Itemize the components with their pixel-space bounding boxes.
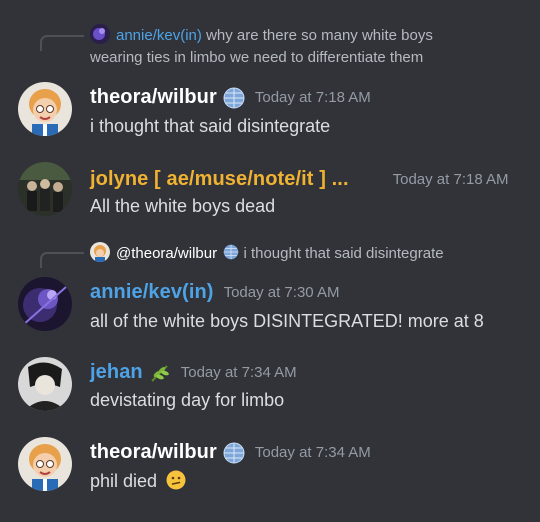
herb-icon [149, 362, 171, 384]
reply-avatar [90, 24, 110, 44]
timestamp[interactable]: Today at 7:30 AM [224, 284, 340, 301]
author-name[interactable]: theora/wilbur [90, 86, 217, 109]
reply-author[interactable]: annie/kev(in) [116, 27, 202, 44]
reply-spine [40, 252, 84, 268]
message-content: all of the white boys DISINTEGRATED! mor… [90, 311, 484, 331]
avatar-annie[interactable] [18, 277, 72, 331]
reply-preview[interactable]: @theora/wilbur i thought that said disin… [90, 242, 444, 265]
message-header: jehan Today at 7:34 AM [90, 361, 297, 384]
disco-ball-icon [223, 87, 245, 109]
reply-spine [40, 35, 84, 51]
reply-author[interactable]: @theora/wilbur [116, 245, 217, 262]
author-name[interactable]: theora/wilbur [90, 441, 217, 464]
timestamp[interactable]: Today at 7:18 AM [393, 171, 509, 188]
author-name[interactable]: jehan [90, 361, 143, 384]
reply-text: i thought that said disintegrate [243, 245, 444, 262]
message-content: phil died [90, 470, 186, 492]
avatar-jehan[interactable] [18, 357, 72, 411]
author-name[interactable]: annie/kev(in) [90, 281, 214, 304]
avatar-theora[interactable] [18, 82, 72, 136]
reply-text-line1: why are there so many white boys [206, 27, 433, 44]
author-name[interactable]: jolyne [ ae/muse/note/it ] ... [90, 168, 349, 191]
reply-preview[interactable]: annie/kev(in) why are there so many whit… [90, 24, 433, 69]
confused-face-emoji[interactable] [166, 470, 186, 490]
message-content: All the white boys dead [90, 196, 276, 216]
reply-text-line2: wearing ties in limbo we need to differe… [90, 49, 424, 66]
reply-avatar [90, 242, 110, 262]
message-header: annie/kev(in) Today at 7:30 AM [90, 281, 339, 304]
avatar-theora[interactable] [18, 437, 72, 491]
message-header: theora/wilbur Today at 7:18 AM [90, 86, 371, 109]
disco-ball-icon [223, 244, 239, 260]
message-header: jolyne [ ae/muse/note/it ] ... Today at … [90, 168, 509, 191]
disco-ball-icon [223, 442, 245, 464]
timestamp[interactable]: Today at 7:34 AM [181, 364, 297, 381]
message-content: devistating day for limbo [90, 390, 285, 410]
message-text: phil died [90, 471, 158, 491]
message-content: i thought that said disintegrate [90, 116, 331, 136]
timestamp[interactable]: Today at 7:18 AM [255, 89, 371, 106]
message-header: theora/wilbur Today at 7:34 AM [90, 441, 371, 464]
avatar-jolyne[interactable] [18, 162, 72, 216]
timestamp[interactable]: Today at 7:34 AM [255, 444, 371, 461]
